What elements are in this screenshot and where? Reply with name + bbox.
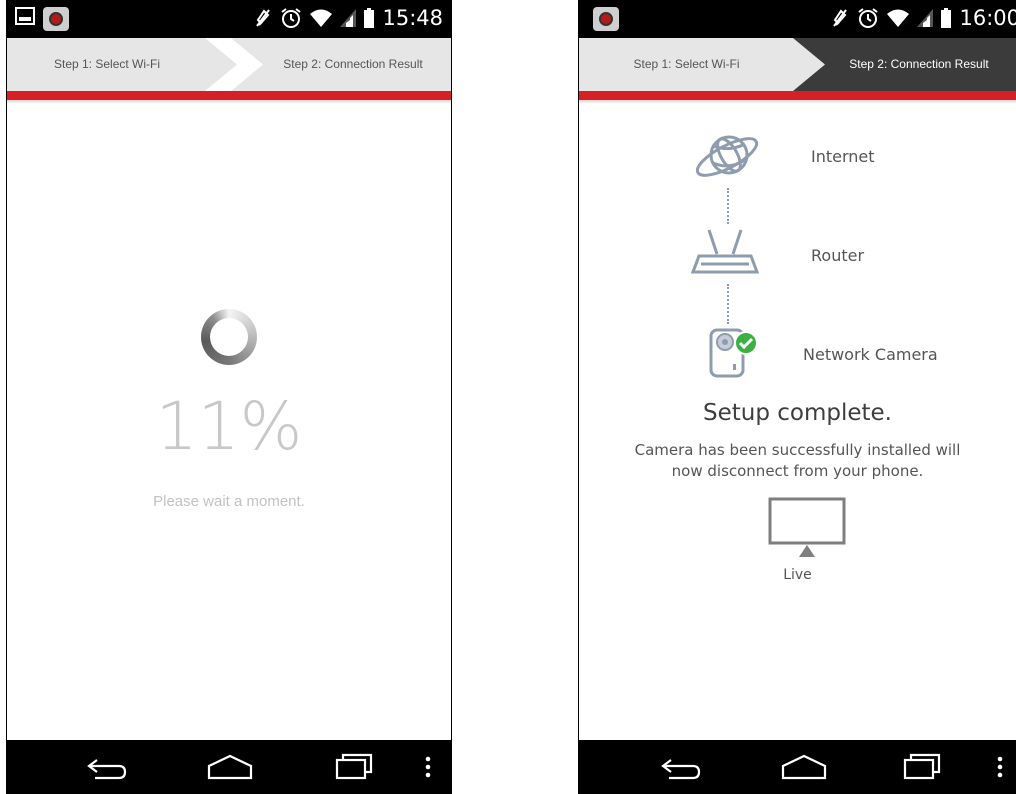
- wifi-icon: [887, 9, 910, 27]
- network-camera-label: Network Camera: [803, 345, 938, 364]
- setup-complete-title: Setup complete.: [703, 400, 892, 426]
- loading-spinner-icon: [201, 309, 257, 365]
- setup-message: Camera has been successfully installed w…: [579, 440, 1016, 482]
- connection-line: [727, 284, 731, 324]
- home-button[interactable]: [779, 750, 829, 784]
- mute-icon: [256, 9, 271, 27]
- overflow-menu-button[interactable]: [995, 750, 1005, 784]
- alarm-icon: [281, 8, 302, 28]
- back-button[interactable]: [659, 750, 705, 784]
- setup-message-line-2: now disconnect from your phone.: [671, 462, 924, 480]
- step-1-select-wifi: Step 1: Select Wi-Fi: [53, 57, 161, 71]
- status-time: 15:48: [382, 6, 443, 30]
- step-2-connection-result: Step 2: Connection Result: [849, 57, 989, 71]
- router-label: Router: [811, 246, 865, 265]
- step-indicator: Step 1: Select Wi-Fi Step 2: Connection …: [579, 38, 1016, 91]
- alarm-icon: [858, 8, 879, 28]
- internet-globe-icon: [695, 135, 759, 177]
- phone-screen-left: 15:48 Step 1: Select Wi-Fi Step 2: Conne…: [6, 0, 452, 794]
- recent-apps-button[interactable]: [333, 750, 377, 784]
- step-1-select-wifi: Step 1: Select Wi-Fi: [633, 57, 740, 71]
- wifi-icon: [310, 9, 333, 27]
- signal-icon: [340, 9, 357, 27]
- mute-icon: [833, 9, 848, 27]
- gallery-notification-icon: [15, 7, 35, 25]
- accent-bar: [7, 91, 451, 104]
- progress-percent: 11%: [155, 388, 303, 465]
- status-time: 16:00: [959, 6, 1016, 30]
- step-2-connection-result: Step 2: Connection Result: [283, 57, 423, 71]
- live-view-button[interactable]: [767, 497, 847, 559]
- signal-icon: [917, 9, 934, 27]
- recent-apps-button[interactable]: [901, 750, 945, 784]
- setup-message-line-1: Camera has been successfully installed w…: [634, 441, 961, 459]
- home-button[interactable]: [205, 750, 255, 784]
- android-nav-bar: [579, 740, 1016, 794]
- phone-screen-right: 16:00 Step 1: Select Wi-Fi Step 2: Conne…: [578, 0, 1016, 794]
- battery-icon: [364, 8, 375, 28]
- camera-app-notification-icon: [43, 7, 69, 31]
- connection-line: [727, 188, 731, 224]
- live-label[interactable]: Live: [579, 567, 1016, 583]
- internet-label: Internet: [811, 147, 875, 166]
- step-indicator: Step 1: Select Wi-Fi Step 2: Connection …: [7, 38, 451, 91]
- android-nav-bar: [7, 740, 451, 794]
- overflow-menu-button[interactable]: [423, 750, 433, 784]
- status-bar: 16:00: [579, 0, 1016, 38]
- camera-app-notification-icon: [593, 7, 619, 31]
- battery-icon: [941, 8, 952, 28]
- success-check-icon: [734, 331, 758, 355]
- router-icon: [690, 229, 760, 274]
- back-button[interactable]: [85, 750, 131, 784]
- wait-message: Please wait a moment.: [153, 493, 305, 510]
- status-bar: 15:48: [7, 0, 451, 38]
- accent-bar: [579, 91, 1016, 104]
